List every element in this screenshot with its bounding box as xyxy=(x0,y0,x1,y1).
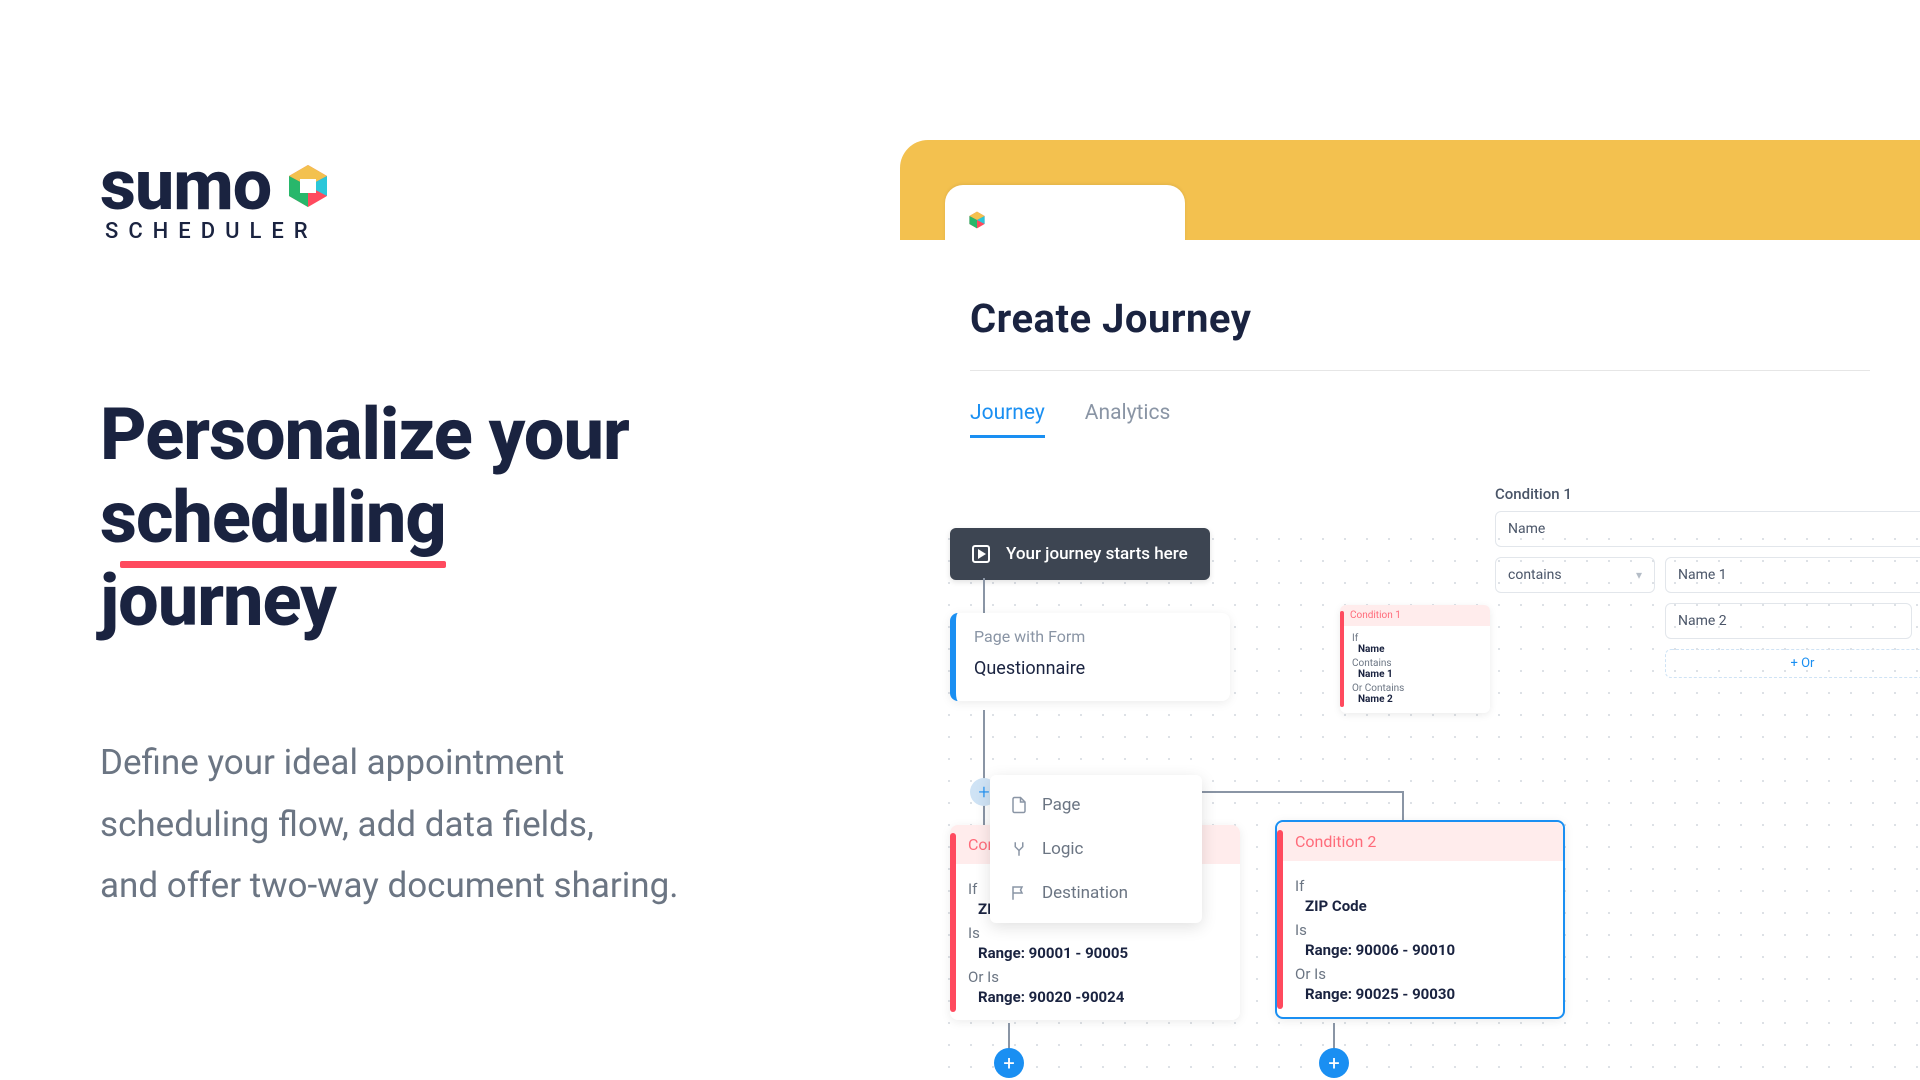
headline-line1: Personalize your xyxy=(100,392,629,477)
cond2-if-label: If xyxy=(1295,877,1545,895)
cond1-oris-value: Range: 90020 -90024 xyxy=(978,988,1222,1006)
stripe xyxy=(1277,830,1283,1009)
page-node[interactable]: Page with Form Questionnaire xyxy=(950,613,1230,701)
headline: Personalize your scheduling journey xyxy=(100,394,840,642)
stripe xyxy=(950,833,956,1012)
page-node-value: Questionnaire xyxy=(974,658,1212,679)
mini-title: Condition 1 xyxy=(1340,605,1490,626)
mini-contains-value: Name 1 xyxy=(1358,669,1482,680)
cond2-oris-label: Or Is xyxy=(1295,965,1545,983)
cond2-if-value: ZIP Code xyxy=(1305,897,1545,915)
menu-item-destination[interactable]: Destination xyxy=(990,871,1202,915)
subtext: Define your ideal appointment scheduling… xyxy=(100,732,840,916)
journey-canvas[interactable]: Your journey starts here Page with Form … xyxy=(930,520,1920,1080)
mini-orcontains-label: Or Contains xyxy=(1352,683,1482,694)
logic-icon xyxy=(1010,840,1028,858)
subtabs: Journey Analytics xyxy=(970,401,1870,438)
app-mock: Create Journey Journey Analytics Conditi… xyxy=(900,140,1920,1080)
brand-sub: SCHEDULER xyxy=(105,219,840,244)
subtext-l3: and offer two-way document sharing. xyxy=(100,855,840,916)
condition-summary-card[interactable]: Condition 1 If Name Contains Name 1 Or C… xyxy=(1340,605,1490,713)
mini-contains-label: Contains xyxy=(1352,658,1482,669)
add-node-menu: Page Logic Destination xyxy=(990,775,1202,923)
cond2-is-label: Is xyxy=(1295,921,1545,939)
connector xyxy=(983,578,985,613)
stripe xyxy=(1340,611,1344,707)
mini-if-label: If xyxy=(1352,633,1482,644)
start-label: Your journey starts here xyxy=(1006,544,1188,564)
menu-item-logic-label: Logic xyxy=(1042,839,1083,859)
start-node[interactable]: Your journey starts here xyxy=(950,528,1210,580)
tab-journey[interactable]: Journey xyxy=(970,401,1045,438)
subtext-l2: scheduling flow, add data fields, xyxy=(100,794,840,855)
tab-analytics[interactable]: Analytics xyxy=(1085,401,1171,438)
menu-item-page[interactable]: Page xyxy=(990,783,1202,827)
subtext-l1: Define your ideal appointment xyxy=(100,732,840,793)
mini-orcontains-value: Name 2 xyxy=(1358,694,1482,705)
condition-2-title: Condition 2 xyxy=(1277,822,1563,861)
add-after-cond1-button[interactable]: + xyxy=(994,1048,1024,1078)
condition-2-card[interactable]: Condition 2 If ZIP Code Is Range: 90006 … xyxy=(1275,820,1565,1019)
page-node-type: Page with Form xyxy=(974,627,1212,646)
connector xyxy=(983,710,985,825)
divider xyxy=(970,370,1870,371)
brand-name: sumo xyxy=(100,145,271,227)
cond1-is-value: Range: 90001 - 90005 xyxy=(978,944,1222,962)
mini-if-value: Name xyxy=(1358,644,1482,655)
headline-underline: scheduling xyxy=(100,477,446,560)
cond1-oris-label: Or Is xyxy=(968,968,1222,986)
headline-line3: journey xyxy=(100,558,336,643)
menu-item-logic[interactable]: Logic xyxy=(990,827,1202,871)
cond2-oris-value: Range: 90025 - 90030 xyxy=(1305,985,1545,1003)
brand-logo: sumo SCHEDULER xyxy=(100,145,840,244)
menu-item-page-label: Page xyxy=(1042,795,1080,815)
brand-hex-icon xyxy=(283,161,333,211)
menu-item-destination-label: Destination xyxy=(1042,883,1128,903)
page-title: Create Journey xyxy=(970,295,1870,342)
cond1-is-label: Is xyxy=(968,924,1222,942)
page-icon xyxy=(1010,796,1028,814)
cond2-is-value: Range: 90006 - 90010 xyxy=(1305,941,1545,959)
tab-favicon xyxy=(967,210,987,230)
connector xyxy=(1402,791,1404,821)
flag-icon xyxy=(1010,884,1028,902)
play-icon xyxy=(972,545,990,563)
add-after-cond2-button[interactable]: + xyxy=(1319,1048,1349,1078)
editor-title: Condition 1 xyxy=(1495,485,1920,503)
